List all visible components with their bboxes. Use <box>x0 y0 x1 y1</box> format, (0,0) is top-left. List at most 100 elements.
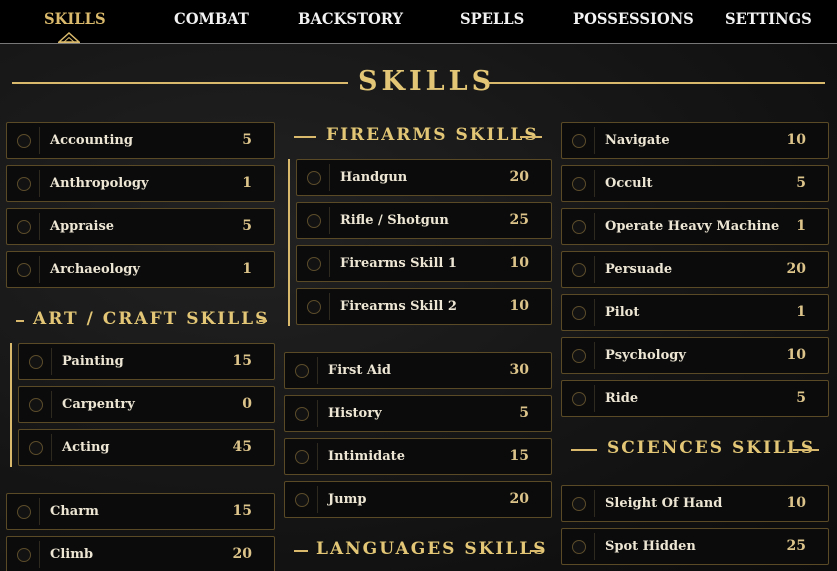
skill-name: Painting <box>62 354 124 369</box>
skill-row-acting[interactable]: Acting 45 <box>18 429 275 466</box>
skill-check-icon[interactable] <box>29 355 43 369</box>
row-divider <box>594 385 595 412</box>
skill-value[interactable]: 5 <box>242 132 252 148</box>
skill-row-persuade[interactable]: Persuade 20 <box>561 251 829 288</box>
tab-backstory[interactable]: BACKSTORY <box>298 9 403 33</box>
skill-row-occult[interactable]: Occult 5 <box>561 165 829 202</box>
skill-value[interactable]: 5 <box>242 218 252 234</box>
skill-value[interactable]: 1 <box>242 175 252 191</box>
tab-skills[interactable]: SKILLS <box>44 9 106 33</box>
skill-row-first-aid[interactable]: First Aid 30 <box>284 352 552 389</box>
skill-row-climb[interactable]: Climb 20 <box>6 536 275 571</box>
skill-check-icon[interactable] <box>572 263 586 277</box>
header-dash <box>16 320 24 322</box>
skill-value[interactable]: 1 <box>796 304 806 320</box>
skill-check-icon[interactable] <box>17 177 31 191</box>
skill-row-rifle-shotgun[interactable]: Rifle / Shotgun 25 <box>296 202 552 239</box>
skill-check-icon[interactable] <box>572 134 586 148</box>
skill-row-anthropology[interactable]: Anthropology 1 <box>6 165 275 202</box>
skill-check-icon[interactable] <box>17 134 31 148</box>
skill-row-jump[interactable]: Jump 20 <box>284 481 552 518</box>
skill-check-icon[interactable] <box>307 214 321 228</box>
skill-check-icon[interactable] <box>29 441 43 455</box>
skill-row-history[interactable]: History 5 <box>284 395 552 432</box>
skill-row-operate-heavy-machine[interactable]: Operate Heavy Machine 1 <box>561 208 829 245</box>
skill-check-icon[interactable] <box>307 171 321 185</box>
skill-row-navigate[interactable]: Navigate 10 <box>561 122 829 159</box>
skill-check-icon[interactable] <box>572 540 586 554</box>
skill-value[interactable]: 20 <box>787 261 806 277</box>
tab-combat[interactable]: COMBAT <box>174 9 249 33</box>
skill-row-spot-hidden[interactable]: Spot Hidden 25 <box>561 528 829 565</box>
skill-value[interactable]: 1 <box>796 218 806 234</box>
row-divider <box>39 541 40 568</box>
skill-check-icon[interactable] <box>17 263 31 277</box>
skill-check-icon[interactable] <box>572 349 586 363</box>
skill-row-accounting[interactable]: Accounting 5 <box>6 122 275 159</box>
skill-value[interactable]: 10 <box>787 132 806 148</box>
skill-value[interactable]: 0 <box>242 396 252 412</box>
skill-value[interactable]: 15 <box>233 353 252 369</box>
skill-row-sleight-of-hand[interactable]: Sleight Of Hand 10 <box>561 485 829 522</box>
skill-row-appraise[interactable]: Appraise 5 <box>6 208 275 245</box>
skill-value[interactable]: 45 <box>233 439 252 455</box>
skill-check-icon[interactable] <box>17 505 31 519</box>
header-dash <box>259 320 267 322</box>
skill-value[interactable]: 20 <box>233 546 252 562</box>
skill-row-carpentry[interactable]: Carpentry 0 <box>18 386 275 423</box>
row-divider <box>51 348 52 375</box>
skill-value[interactable]: 15 <box>510 448 529 464</box>
skill-value[interactable]: 20 <box>510 491 529 507</box>
top-nav: SKILLS COMBAT BACKSTORY SPELLS POSSESSIO… <box>0 0 837 44</box>
skill-row-psychology[interactable]: Psychology 10 <box>561 337 829 374</box>
skill-row-firearms-skill-2[interactable]: Firearms Skill 2 10 <box>296 288 552 325</box>
skill-value[interactable]: 10 <box>510 255 529 271</box>
skill-check-icon[interactable] <box>572 177 586 191</box>
skill-value[interactable]: 1 <box>242 261 252 277</box>
row-divider <box>594 533 595 560</box>
skill-value[interactable]: 25 <box>510 212 529 228</box>
art-craft-header: ART / CRAFT SKILLS <box>6 309 275 333</box>
skill-check-icon[interactable] <box>295 493 309 507</box>
skill-check-icon[interactable] <box>572 220 586 234</box>
skill-name: Acting <box>62 440 110 455</box>
skill-check-icon[interactable] <box>29 398 43 412</box>
skill-check-icon[interactable] <box>295 364 309 378</box>
art-craft-title: ART / CRAFT SKILLS <box>33 309 270 329</box>
row-divider <box>317 443 318 470</box>
row-divider <box>594 342 595 369</box>
skill-check-icon[interactable] <box>572 306 586 320</box>
tab-possessions[interactable]: POSSESSIONS <box>573 9 694 33</box>
skill-value[interactable]: 20 <box>510 169 529 185</box>
skill-row-handgun[interactable]: Handgun 20 <box>296 159 552 196</box>
skill-row-charm[interactable]: Charm 15 <box>6 493 275 530</box>
tab-settings[interactable]: SETTINGS <box>725 9 812 33</box>
skill-value[interactable]: 25 <box>787 538 806 554</box>
skill-row-firearms-skill-1[interactable]: Firearms Skill 1 10 <box>296 245 552 282</box>
skill-value[interactable]: 5 <box>519 405 529 421</box>
skill-value[interactable]: 15 <box>233 503 252 519</box>
skill-value[interactable]: 5 <box>796 175 806 191</box>
skill-check-icon[interactable] <box>295 450 309 464</box>
skill-row-pilot[interactable]: Pilot 1 <box>561 294 829 331</box>
skill-value[interactable]: 30 <box>510 362 529 378</box>
skill-value[interactable]: 10 <box>787 347 806 363</box>
skill-value[interactable]: 10 <box>787 495 806 511</box>
skill-value[interactable]: 5 <box>796 390 806 406</box>
skill-check-icon[interactable] <box>17 220 31 234</box>
skill-row-painting[interactable]: Painting 15 <box>18 343 275 380</box>
skill-check-icon[interactable] <box>572 392 586 406</box>
skill-name: Firearms Skill 2 <box>340 299 457 314</box>
skill-check-icon[interactable] <box>572 497 586 511</box>
skill-row-archaeology[interactable]: Archaeology 1 <box>6 251 275 288</box>
tab-spells[interactable]: SPELLS <box>460 9 524 33</box>
skill-value[interactable]: 10 <box>510 298 529 314</box>
skill-check-icon[interactable] <box>307 257 321 271</box>
header-dash <box>530 550 542 552</box>
row-divider <box>51 391 52 418</box>
skill-check-icon[interactable] <box>17 548 31 562</box>
skill-check-icon[interactable] <box>295 407 309 421</box>
skill-row-intimidate[interactable]: Intimidate 15 <box>284 438 552 475</box>
skill-row-ride[interactable]: Ride 5 <box>561 380 829 417</box>
skill-check-icon[interactable] <box>307 300 321 314</box>
